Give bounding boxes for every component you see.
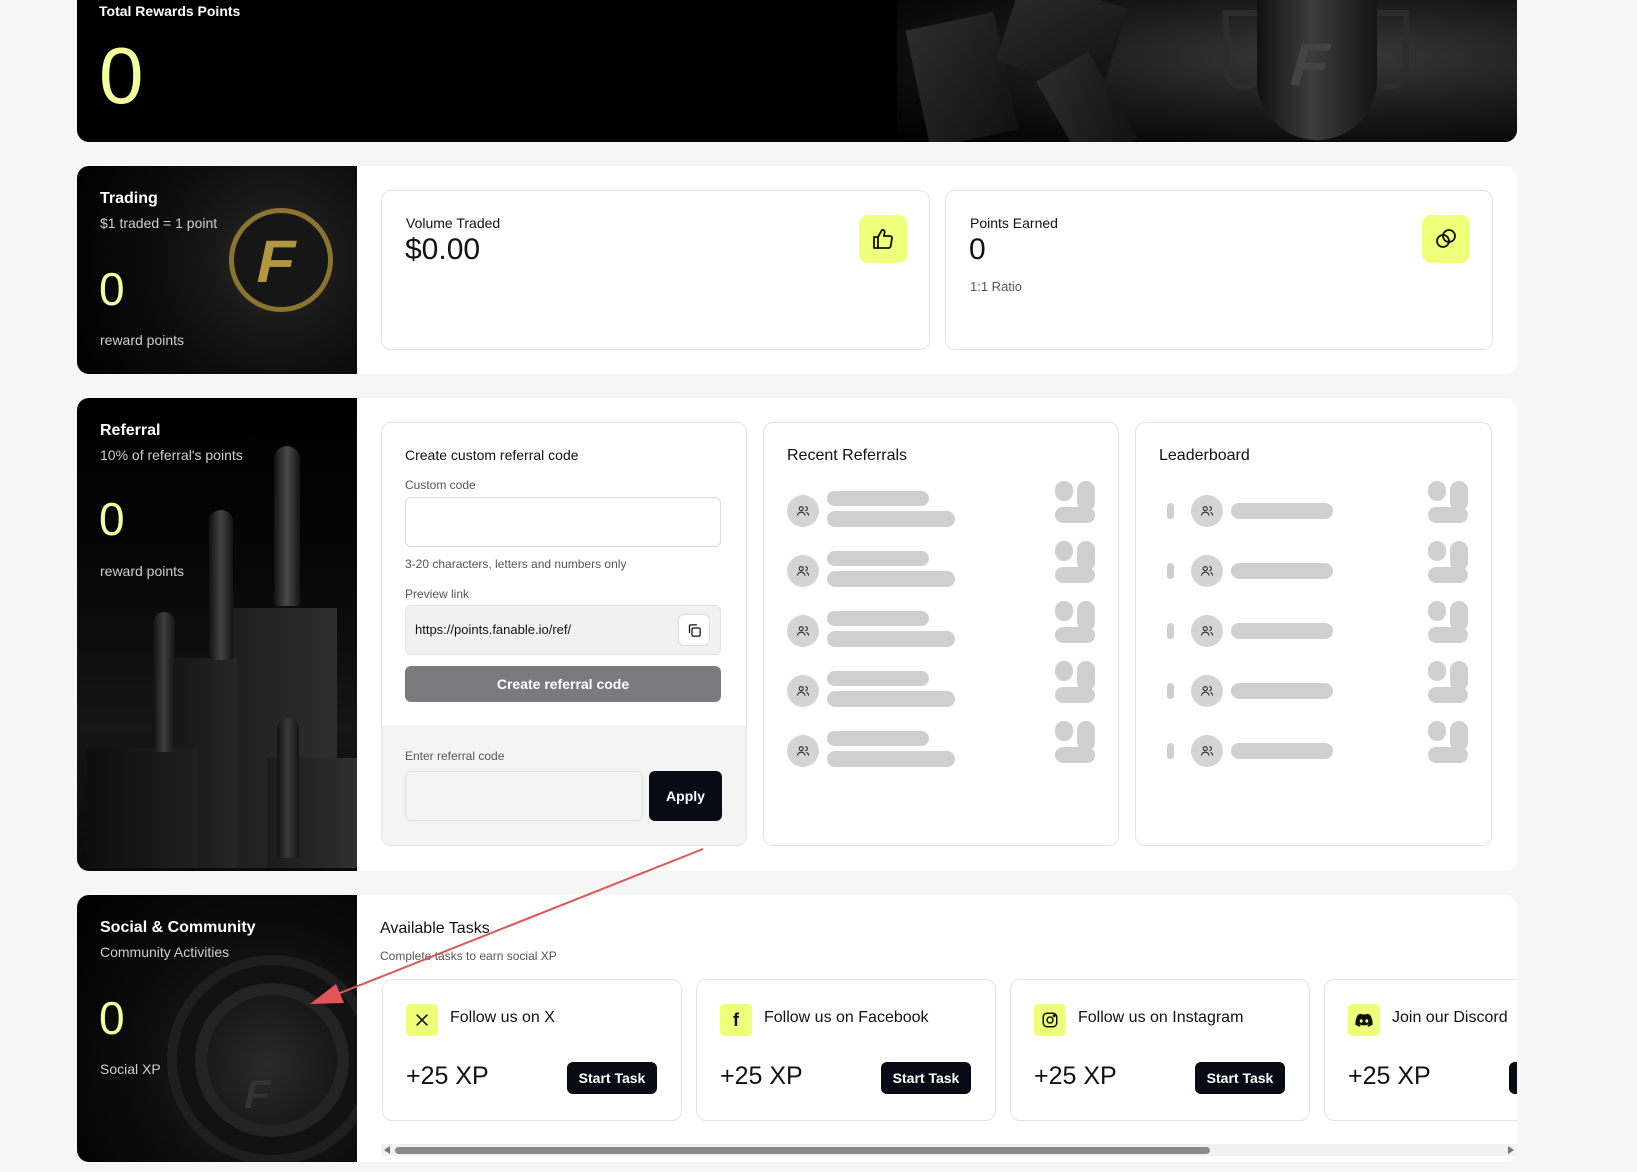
annotation-arrow — [310, 848, 704, 1004]
